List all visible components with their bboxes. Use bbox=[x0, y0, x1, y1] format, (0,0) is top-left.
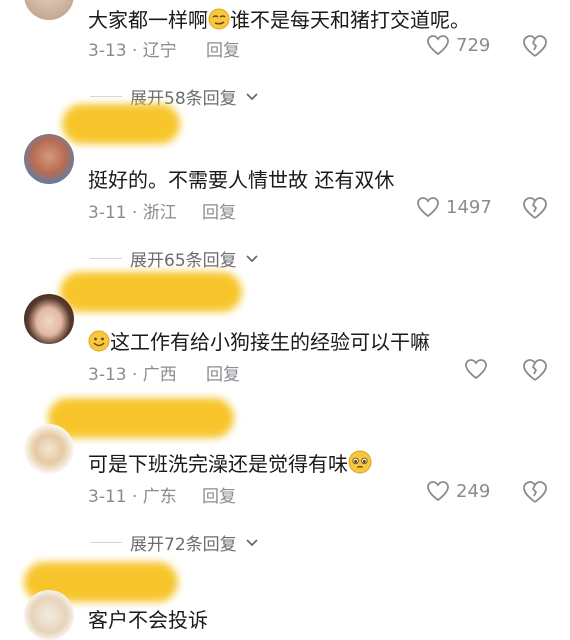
broken-heart-icon[interactable] bbox=[522, 34, 548, 58]
heart-icon bbox=[417, 197, 439, 218]
broken-heart-icon[interactable] bbox=[522, 480, 548, 504]
expand-replies-button[interactable]: 展开65条回复 bbox=[90, 246, 259, 271]
commenter-avatar[interactable] bbox=[24, 0, 74, 20]
comment-text: 大家都一样啊 谁不是每天和猪打交道呢。 bbox=[88, 4, 470, 35]
like-button[interactable]: 1497 bbox=[416, 196, 492, 218]
heart-icon bbox=[465, 359, 487, 380]
expand-replies-label: 展开65条回复 bbox=[130, 251, 237, 271]
commenter-avatar[interactable] bbox=[24, 590, 74, 640]
divider-line bbox=[90, 258, 122, 259]
like-button[interactable] bbox=[464, 358, 494, 380]
pleading-face-emoji-icon bbox=[348, 450, 372, 479]
commenter-avatar[interactable] bbox=[24, 134, 74, 184]
smile-emoji-icon bbox=[88, 330, 110, 357]
reply-button[interactable]: 回复 bbox=[202, 198, 236, 223]
comment-text: 这工作有给小狗接生的经验可以干嘛 bbox=[88, 326, 430, 357]
broken-heart-icon[interactable] bbox=[522, 196, 548, 220]
comment-date-location: 3-11 · 广东 bbox=[88, 487, 177, 507]
redacted-username bbox=[48, 398, 234, 438]
chevron-down-icon bbox=[246, 538, 258, 546]
comment-text: 可是下班洗完澡还是觉得有味 bbox=[88, 448, 372, 479]
comment-text: 挺好的。不需要人情世故 还有双休 bbox=[88, 168, 395, 192]
smirk-emoji-icon bbox=[208, 8, 230, 35]
redacted-username bbox=[62, 104, 180, 144]
reply-button[interactable]: 回复 bbox=[202, 482, 236, 507]
comment-text: 客户不会投诉 bbox=[88, 608, 208, 632]
divider-line bbox=[90, 96, 122, 97]
comment-date-location: 3-11 · 浙江 bbox=[88, 203, 177, 223]
chevron-down-icon bbox=[246, 92, 258, 100]
commenter-avatar[interactable] bbox=[24, 294, 74, 344]
commenter-avatar[interactable] bbox=[24, 424, 74, 474]
like-count: 1497 bbox=[446, 196, 492, 218]
broken-heart-icon[interactable] bbox=[522, 358, 548, 382]
like-button[interactable]: 249 bbox=[426, 480, 490, 502]
like-button[interactable]: 729 bbox=[426, 34, 490, 56]
like-count: 249 bbox=[456, 480, 491, 502]
reply-button[interactable]: 回复 bbox=[206, 36, 240, 61]
reply-button[interactable]: 回复 bbox=[206, 360, 240, 385]
divider-line bbox=[90, 542, 122, 543]
heart-icon bbox=[427, 35, 449, 56]
like-count: 729 bbox=[456, 34, 491, 56]
redacted-username bbox=[60, 272, 242, 312]
expand-replies-label: 展开72条回复 bbox=[130, 535, 237, 555]
chevron-down-icon bbox=[246, 254, 258, 262]
comment-date-location: 3-13 · 辽宁 bbox=[88, 41, 177, 61]
expand-replies-button[interactable]: 展开72条回复 bbox=[90, 530, 259, 555]
heart-icon bbox=[427, 481, 449, 502]
comment-date-location: 3-13 · 广西 bbox=[88, 365, 177, 385]
